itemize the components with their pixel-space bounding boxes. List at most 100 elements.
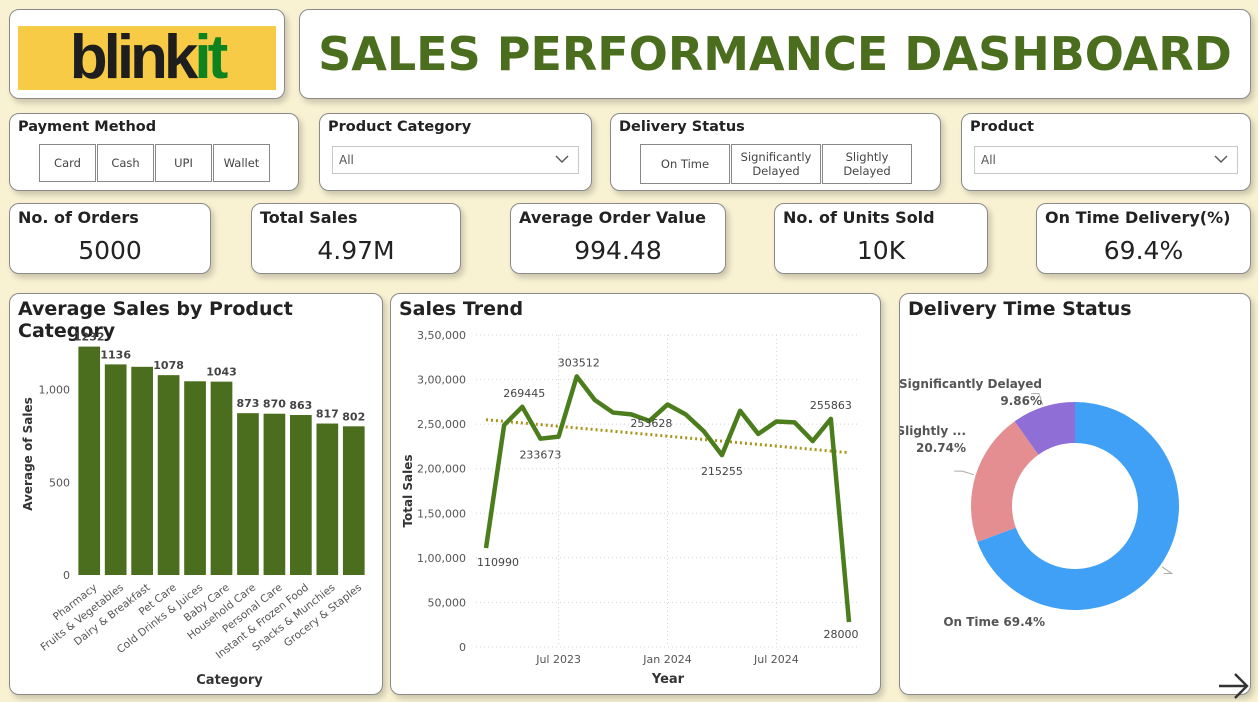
chip-slightly-delayed[interactable]: Slightly Delayed <box>822 144 912 184</box>
bar-data-label: 802 <box>342 410 365 423</box>
kpi-value: 4.97M <box>317 236 395 265</box>
chevron-down-icon <box>555 155 569 163</box>
slicer-title: Product Category <box>328 119 472 135</box>
x-tick-label: Jul 2024 <box>753 653 799 666</box>
kpi-units-sold: No. of Units Sold 10K <box>774 203 988 274</box>
line-data-label: 269445 <box>503 387 545 400</box>
chip-cash[interactable]: Cash <box>97 144 154 182</box>
bar[interactable] <box>263 413 286 575</box>
bar-data-label: 817 <box>316 408 339 421</box>
blinkit-logo: blinkit <box>18 26 276 90</box>
y-tick-label: 1,00,000 <box>417 552 466 565</box>
donut-chart: On Time 69.4% Slightly ... 20.74% Significa… <box>900 377 1179 629</box>
y-tick-label: 2,00,000 <box>417 463 466 476</box>
line-data-label: 303512 <box>558 356 600 369</box>
page-title: SALES PERFORMANCE DASHBOARD <box>318 27 1232 81</box>
sales-trend-panel: Sales Trend 0 50,000 1,00,000 1,50,000 2,00,… <box>390 293 881 695</box>
bar-data-label: 1232 <box>74 331 105 344</box>
slice-value-label: 9.86% <box>1000 394 1042 408</box>
delivery-time-status-panel: Delivery Time Status On Time 69.4% Slight… <box>899 293 1251 695</box>
kpi-label: Average Order Value <box>519 208 706 227</box>
kpi-orders: No. of Orders 5000 <box>9 203 211 274</box>
chip-upi[interactable]: UPI <box>155 144 212 182</box>
y-tick-label: 3,50,000 <box>417 329 466 342</box>
y-tick-label: 2,50,000 <box>417 418 466 431</box>
bar[interactable] <box>237 413 259 575</box>
kpi-value: 10K <box>856 236 906 265</box>
bar[interactable] <box>184 381 206 575</box>
y-tick-label: 1,000 <box>39 384 71 397</box>
kpi-label: No. of Units Sold <box>783 208 935 227</box>
title-card: SALES PERFORMANCE DASHBOARD <box>299 9 1251 99</box>
y-tick-label: 0 <box>459 641 466 654</box>
kpi-label: Total Sales <box>260 208 358 227</box>
line-data-label: 110990 <box>477 556 519 569</box>
x-axis-title: Year <box>651 672 685 687</box>
category-dropdown[interactable]: All <box>332 146 579 174</box>
bar-data-label: 1043 <box>206 366 237 379</box>
line-chart: 0 50,000 1,00,000 1,50,000 2,00,000 2,50,000 3… <box>401 329 859 687</box>
avg-sales-by-category-panel: Average Sales by Product Category 0 500 1,… <box>9 293 383 695</box>
bar-data-label: 1078 <box>153 359 184 372</box>
y-tick-label: 0 <box>63 569 70 582</box>
bar[interactable] <box>104 364 127 575</box>
line-data-label: 215255 <box>701 465 743 478</box>
kpi-value: 69.4% <box>1103 236 1184 265</box>
y-tick-label: 50,000 <box>428 596 467 609</box>
bar-chart: 05001,0001232Pharmacy1136Fruits & Vegeta… <box>21 331 365 688</box>
arrow-right-icon[interactable] <box>1216 671 1252 701</box>
product-category-slicer: Product Category All <box>319 113 592 191</box>
product-dropdown[interactable]: All <box>974 146 1238 174</box>
logo-card: blinkit <box>9 9 285 99</box>
bar[interactable] <box>316 423 339 575</box>
x-tick-label: Jan 2024 <box>642 653 691 666</box>
chevron-down-icon <box>1214 155 1228 163</box>
kpi-label: On Time Delivery(%) <box>1045 208 1231 227</box>
slicer-title: Delivery Status <box>619 119 745 135</box>
bar-data-label: 1136 <box>100 348 131 361</box>
chip-card[interactable]: Card <box>39 144 96 182</box>
kpi-value: 5000 <box>78 236 142 265</box>
bar[interactable] <box>78 346 101 575</box>
payment-method-slicer: Payment Method Card Cash UPI Wallet <box>9 113 299 191</box>
slice-label: On Time 69.4% <box>943 615 1045 629</box>
slice-category-label: Significantly Delayed <box>900 377 1042 391</box>
kpi-avg-order-value: Average Order Value 994.48 <box>510 203 726 274</box>
y-tick-label: 1,50,000 <box>417 507 466 520</box>
slicer-title: Payment Method <box>18 119 157 135</box>
chip-on-time[interactable]: On Time <box>640 144 730 184</box>
y-tick-label: 3,00,000 <box>417 374 466 387</box>
kpi-label: No. of Orders <box>18 208 139 227</box>
kpi-value: 994.48 <box>574 236 662 265</box>
bar[interactable] <box>342 426 365 575</box>
slice-category-label: Slightly ... <box>900 424 966 438</box>
bar-data-label: 863 <box>289 399 312 412</box>
chip-significantly-delayed[interactable]: Significantly Delayed <box>731 144 821 184</box>
dropdown-value: All <box>981 153 996 167</box>
y-tick-label: 500 <box>49 476 70 489</box>
logo-text-blink: blink <box>69 23 199 92</box>
chip-wallet[interactable]: Wallet <box>213 144 270 182</box>
y-axis-title: Total Sales <box>401 454 415 527</box>
logo-text-it: it <box>194 23 228 92</box>
line-data-label: 28000 <box>824 628 859 641</box>
slicer-title: Product <box>970 119 1034 135</box>
bar-data-label: 870 <box>263 398 286 411</box>
kpi-total-sales: Total Sales 4.97M <box>251 203 461 274</box>
x-tick-label: Jul 2023 <box>535 653 581 666</box>
y-axis-title: Average of Sales <box>21 397 35 511</box>
slice-value-label: 20.74% <box>916 441 966 455</box>
bar[interactable] <box>210 381 233 575</box>
bar[interactable] <box>157 375 180 575</box>
x-axis-title: Category <box>196 673 263 688</box>
bar[interactable] <box>290 415 312 575</box>
line-data-label: 253628 <box>630 417 672 430</box>
line-data-label: 255863 <box>810 399 852 412</box>
bar-data-label: 873 <box>236 397 259 410</box>
leader-line <box>1161 566 1174 575</box>
leader-line <box>954 470 974 476</box>
line-data-label: 233673 <box>519 449 561 462</box>
bar[interactable] <box>131 366 153 575</box>
product-slicer: Product All <box>961 113 1251 191</box>
kpi-on-time-delivery: On Time Delivery(%) 69.4% <box>1036 203 1251 274</box>
